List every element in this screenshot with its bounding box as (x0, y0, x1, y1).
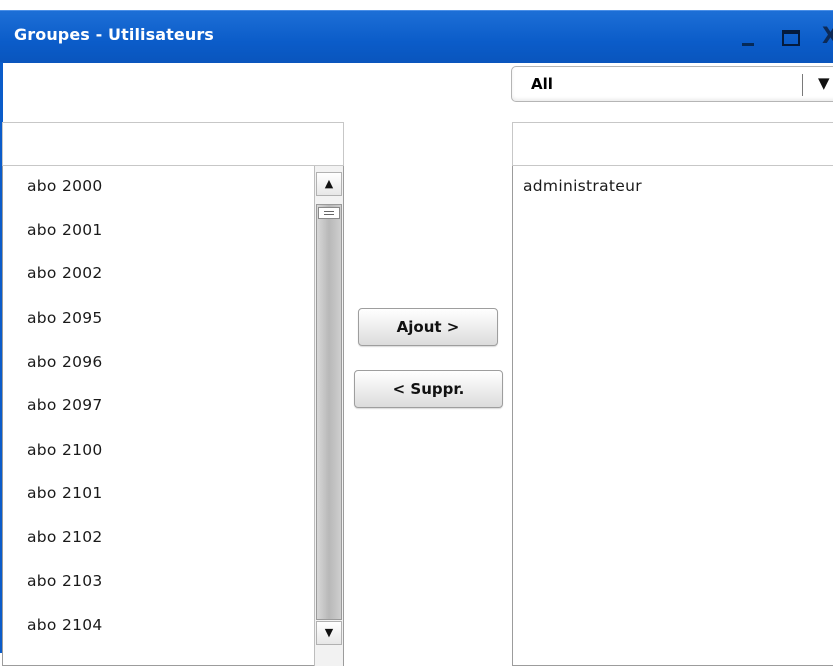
available-list-header (2, 122, 344, 166)
list-item[interactable]: abo 2104 (27, 616, 103, 634)
list-item[interactable]: abo 2001 (27, 221, 103, 239)
scroll-down-icon[interactable]: ▼ (316, 621, 342, 645)
available-users-list[interactable]: abo 2000 abo 2001 abo 2002 abo 2095 abo … (2, 166, 344, 666)
remove-button[interactable]: < Suppr. (354, 370, 503, 408)
groups-users-window: Groupes - Utilisateurs X All ▼ abo 2000 … (0, 0, 833, 666)
list-item[interactable]: abo 2103 (27, 572, 103, 590)
filter-dropdown[interactable]: All ▼ (511, 66, 833, 102)
scroll-up-icon[interactable]: ▲ (316, 172, 342, 196)
list-item[interactable]: abo 2095 (27, 309, 103, 327)
list-item[interactable]: abo 2100 (27, 441, 103, 459)
list-item[interactable]: abo 2002 (27, 264, 103, 282)
window-title: Groupes - Utilisateurs (14, 25, 214, 44)
list-scrollbar[interactable]: ▲ ▼ (314, 166, 343, 666)
close-icon[interactable]: X (816, 23, 833, 51)
dropdown-separator (802, 74, 803, 96)
add-button[interactable]: Ajout > (358, 308, 498, 346)
title-bar[interactable]: Groupes - Utilisateurs X (0, 10, 833, 63)
list-item[interactable]: abo 2101 (27, 484, 103, 502)
filter-selected-value: All (531, 75, 553, 93)
maximize-icon[interactable] (780, 23, 802, 51)
list-item[interactable]: abo 2097 (27, 396, 103, 414)
close-glyph: X (822, 24, 833, 49)
assigned-list-header (512, 122, 833, 166)
grip-icon (318, 207, 340, 219)
list-item[interactable]: abo 2102 (27, 528, 103, 546)
chevron-down-icon[interactable]: ▼ (818, 74, 830, 92)
list-item[interactable]: administrateur (523, 177, 642, 195)
minimize-icon[interactable] (740, 23, 758, 51)
list-item[interactable]: abo 2000 (27, 177, 103, 195)
assigned-users-list[interactable]: administrateur (512, 166, 833, 666)
scrollbar-thumb[interactable] (316, 204, 342, 620)
list-item[interactable]: abo 2096 (27, 353, 103, 371)
